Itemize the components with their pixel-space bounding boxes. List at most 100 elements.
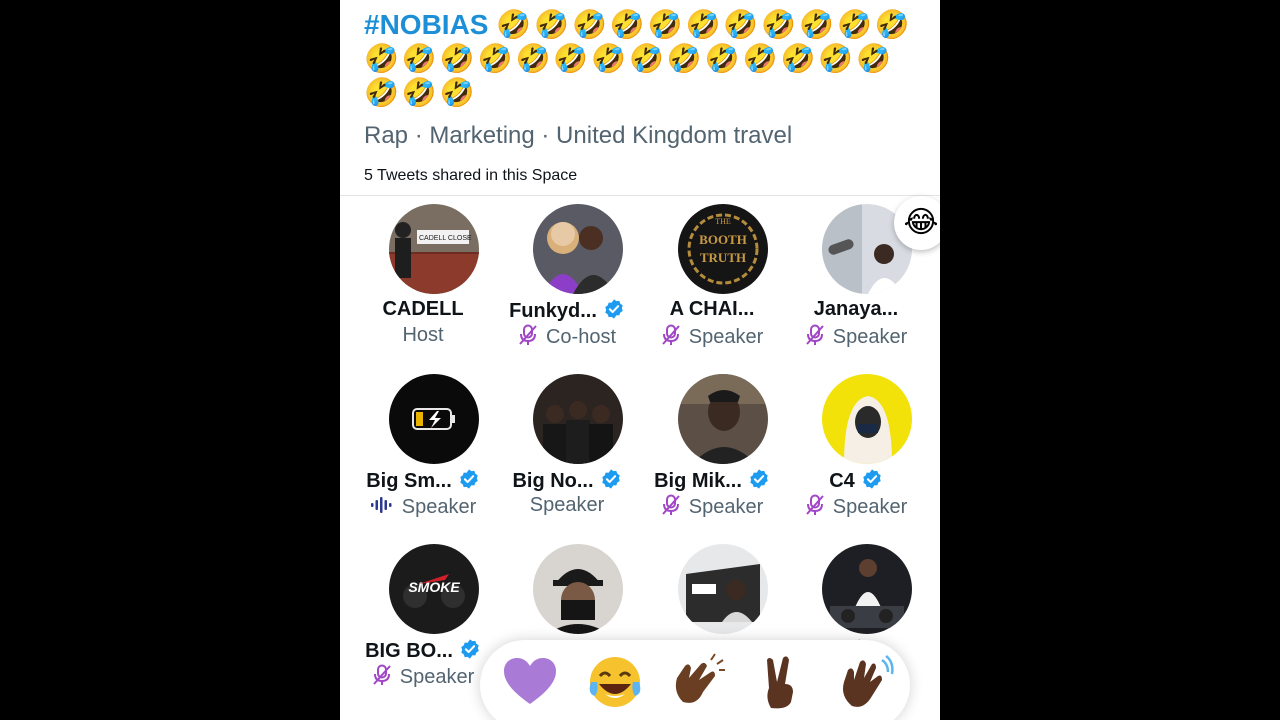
participant-card[interactable]: Big No... Speaker (495, 374, 639, 534)
participant-card[interactable]: BOOTH TRUTH THE A CHAI... Speaker (640, 204, 784, 364)
car-window-photo (678, 544, 768, 634)
participant-role-row: Speaker (640, 494, 784, 520)
participant-role-row: Speaker (784, 494, 928, 520)
participant-card[interactable]: C4 Speaker (784, 374, 928, 534)
participant-role: Speaker (399, 666, 475, 688)
participant-name-row: BIG BO... (351, 638, 495, 664)
participant-role: Speaker (401, 496, 477, 518)
waving-hand-icon (843, 655, 894, 707)
participant-card[interactable]: Big Mik... Speaker (640, 374, 784, 534)
clapping-hands-icon (675, 653, 725, 703)
participant-name-row: Big No... (495, 468, 639, 494)
muted-mic-icon (518, 324, 538, 346)
participant-role-row: Speaker (351, 494, 495, 520)
participant-role: Speaker (832, 326, 908, 348)
participant-name-row: Janaya... (784, 298, 928, 324)
purple-heart-icon (504, 658, 556, 704)
participant-avatar[interactable] (678, 374, 768, 464)
participant-name: Big Sm... (366, 470, 452, 492)
participant-avatar[interactable] (822, 544, 912, 634)
participant-name-row: CADELL (351, 298, 495, 324)
verified-badge-icon (603, 298, 625, 320)
man-portrait-photo (678, 374, 768, 464)
participant-role-row: Speaker (784, 324, 928, 350)
participant-avatar[interactable] (678, 544, 768, 634)
muted-mic-icon (372, 664, 392, 686)
participant-role: Speaker (688, 326, 764, 348)
waving-hand-reaction-button[interactable] (834, 652, 894, 712)
purple-heart-reaction-button[interactable] (500, 652, 560, 712)
dj-photo (822, 544, 912, 634)
verified-badge-icon (459, 638, 481, 660)
participant-name: Funkyd... (509, 300, 597, 322)
verified-badge-icon (861, 468, 883, 490)
participant-name: BIG BO... (365, 640, 453, 662)
participant-name: Big No... (512, 470, 594, 492)
muted-mic-icon (805, 324, 825, 346)
muted-mic-icon (805, 494, 825, 516)
muted-mic-icon (661, 324, 681, 346)
participant-avatar[interactable]: BOOTH TRUTH THE (678, 204, 768, 294)
verified-badge-icon (600, 468, 622, 490)
participant-role-row: Speaker (351, 664, 495, 690)
participant-role-row: Speaker (640, 324, 784, 350)
participant-card[interactable]: CADELL CLOSE CADELL Host (351, 204, 495, 364)
booth-of-truth-logo: BOOTH TRUTH THE (678, 204, 768, 294)
participant-avatar[interactable]: CADELL CLOSE (389, 204, 479, 294)
speaking-wave-icon (370, 494, 394, 516)
participant-card[interactable]: SMOKE BIG BO... Speaker (351, 544, 495, 704)
participant-name: C4 (829, 470, 855, 492)
verified-badge-icon (458, 468, 480, 490)
muted-mic-icon (661, 494, 681, 516)
participant-avatar[interactable] (822, 374, 912, 464)
participant-role-row: Co-host (495, 324, 639, 350)
reaction-badge: 😂 (894, 196, 940, 250)
participant-role-row: Host (351, 324, 495, 350)
participant-role: Speaker (688, 496, 764, 518)
tweets-shared-link[interactable]: 5 Tweets shared in this Space (364, 167, 577, 185)
clapping-hands-reaction-button[interactable] (667, 652, 727, 712)
space-hashtag[interactable]: #NOBIAS (364, 9, 488, 40)
participant-avatar[interactable] (533, 374, 623, 464)
reactions-bar (480, 640, 910, 720)
yellow-hoodie-photo (822, 374, 912, 464)
masked-man-photo (533, 544, 623, 634)
participant-name-row: A CHAI... (640, 298, 784, 324)
participant-name: CADELL (382, 298, 464, 320)
participant-role: Host (402, 324, 444, 346)
participant-name-row: Big Mik... (640, 468, 784, 494)
space-title: #NOBIAS 🤣🤣🤣🤣🤣🤣🤣🤣🤣🤣🤣🤣🤣🤣🤣🤣🤣🤣🤣🤣🤣🤣🤣🤣🤣🤣🤣🤣 (364, 8, 920, 110)
participant-avatar[interactable] (389, 374, 479, 464)
svg-text:CADELL CLOSE: CADELL CLOSE (419, 235, 472, 242)
participant-role: Co-host (545, 326, 617, 348)
tears-of-joy-reaction-button[interactable] (585, 652, 645, 712)
smoke-cover-art: SMOKE (389, 544, 479, 634)
couple-photo (533, 204, 623, 294)
participant-role: Speaker (529, 494, 605, 516)
svg-text:BOOTH: BOOTH (699, 232, 747, 247)
participant-name: A CHAI... (669, 298, 755, 320)
battery-icon (389, 374, 479, 464)
participant-card[interactable]: Big Sm... Speaker (351, 374, 495, 534)
participant-name: Big Mik... (654, 470, 742, 492)
participant-avatar[interactable] (533, 544, 623, 634)
street-sign-photo: CADELL CLOSE (389, 204, 479, 294)
tears-of-joy-icon (589, 657, 641, 707)
svg-text:THE: THE (715, 217, 731, 226)
space-topics: Rap · Marketing · United Kingdom travel (364, 122, 793, 149)
victory-hand-reaction-button[interactable] (749, 652, 809, 712)
participant-role: Speaker (832, 496, 908, 518)
participant-avatar[interactable]: SMOKE (389, 544, 479, 634)
verified-badge-icon (748, 468, 770, 490)
divider (340, 195, 940, 196)
participant-name-row: C4 (784, 468, 928, 494)
space-panel: #NOBIAS 🤣🤣🤣🤣🤣🤣🤣🤣🤣🤣🤣🤣🤣🤣🤣🤣🤣🤣🤣🤣🤣🤣🤣🤣🤣🤣🤣🤣 Rap… (340, 0, 940, 720)
participant-name: Janaya... (813, 298, 899, 320)
participant-name-row: Big Sm... (351, 468, 495, 494)
participant-role-row: Speaker (495, 494, 639, 520)
svg-text:TRUTH: TRUTH (700, 250, 746, 265)
participant-card[interactable]: Funkyd... Co-host (495, 204, 639, 364)
victory-hand-icon (767, 656, 793, 709)
participant-card[interactable]: 😂 Janaya... Speaker (784, 196, 940, 364)
participant-avatar[interactable] (533, 204, 623, 294)
